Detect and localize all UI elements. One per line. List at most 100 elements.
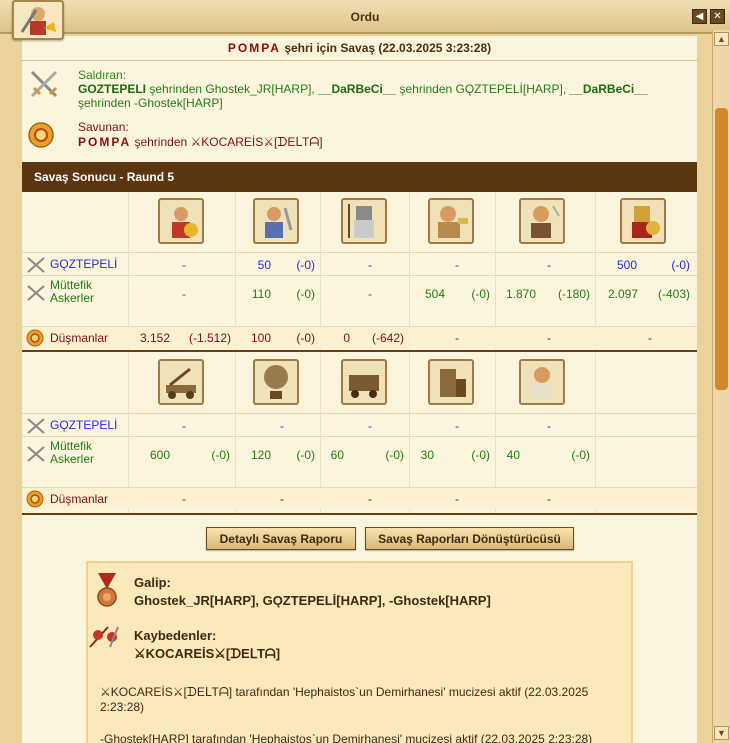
cell-value: - — [182, 492, 186, 506]
cell-value: - — [547, 419, 551, 433]
defeated-soldiers-icon — [89, 626, 119, 648]
cell-loss: (-0) — [296, 331, 315, 345]
attacker-text-3: şehrinden -Ghostek[HARP] — [78, 96, 223, 110]
cell-loss: (-0) — [571, 448, 590, 462]
row-label-enemies: Düşmanlar — [50, 492, 109, 506]
unit-horseman-icon[interactable] — [428, 198, 474, 244]
row-label-goztepeli[interactable]: GǪZTEPELİ — [50, 418, 117, 432]
unit-catapult-icon[interactable] — [158, 359, 204, 405]
scroll-down-icon[interactable]: ▼ — [714, 726, 729, 740]
attacker-text-2: şehrinden GǪZTEPELİ[HARP], — [396, 82, 570, 96]
cell-loss: (-0) — [671, 258, 690, 272]
crossed-swords-icon — [27, 418, 45, 434]
row-label-enemies: Düşmanlar — [50, 331, 109, 345]
medal-icon — [97, 573, 117, 607]
cell-loss: (-403) — [657, 287, 690, 301]
cell-value: - — [455, 492, 459, 506]
cell-value: 500 — [616, 258, 637, 272]
unit-sage-icon[interactable] — [519, 359, 565, 405]
scroll-thumb[interactable] — [715, 108, 728, 390]
crossed-swords-icon — [27, 257, 45, 273]
attacker-city-3[interactable]: __DaRBeCi__ — [570, 82, 648, 96]
report-converter-button[interactable]: Savaş Raporları Dönüştürücüsü — [365, 527, 574, 550]
battle-report: POMPA şehri için Savaş (22.03.2025 3:23:… — [22, 36, 697, 743]
shield-icon — [26, 490, 44, 508]
row-label-line: Müttefik — [50, 278, 93, 292]
row-label-allied: Müttefik Askerler — [50, 440, 94, 466]
winner-label: Galip: — [134, 575, 171, 590]
defender-text: şehrinden ⚔KOCAREİS⚔[ᗪEᒪTᗩ] — [131, 135, 323, 149]
player-avatar[interactable] — [12, 0, 64, 40]
row-label-line: Askerler — [50, 452, 95, 466]
cell-loss: (-0) — [296, 258, 315, 272]
unit-swordsman-icon[interactable] — [253, 198, 299, 244]
cell-value: 110 — [251, 287, 271, 301]
unit-spartan-icon[interactable] — [620, 198, 666, 244]
row-enemies-1: Düşmanlar 3.152 (-1.512) 100 (-0) 0 (-64… — [22, 326, 697, 348]
miracle-note-1: ⚔KOCAREİS⚔[ᗪEᒪTᗩ] tarafından 'Hephaistos… — [100, 685, 589, 714]
cell-value: - — [648, 331, 652, 345]
cell-value: - — [547, 331, 551, 345]
window-titlebar: Ordu ◀ ✕ — [0, 0, 730, 34]
cell-value: - — [368, 258, 372, 272]
row-label-line: Askerler — [50, 291, 95, 305]
cell-loss: (-0) — [471, 287, 490, 301]
defender-section: Savunan: POMPA şehrinden ⚔KOCAREİS⚔[ᗪEᒪT… — [22, 120, 697, 150]
row-label-goztepeli[interactable]: GǪZTEPELİ — [50, 257, 117, 271]
cell-value: - — [280, 492, 284, 506]
row-enemies-2: Düşmanlar - - - - - — [22, 487, 697, 509]
shield-icon — [28, 122, 54, 148]
cell-value: - — [455, 331, 459, 345]
warrior-icon — [20, 7, 56, 35]
shield-icon — [26, 329, 44, 347]
unit-balloon-icon[interactable] — [253, 359, 299, 405]
cell-loss: (-0) — [296, 287, 315, 301]
battle-summary: Galip: Ghostek_JR[HARP], GǪZTEPELİ[HARP]… — [86, 561, 633, 743]
cell-value: - — [368, 419, 372, 433]
close-button[interactable]: ✕ — [710, 9, 725, 24]
defender-city[interactable]: POMPA — [78, 135, 131, 149]
battle-title: şehri için Savaş (22.03.2025 3:23:28) — [284, 41, 492, 55]
row-allied-1: Müttefik Askerler - 110 (-0) - 504 (-0) 1… — [22, 275, 697, 311]
cell-value: - — [368, 492, 372, 506]
cell-loss: (-0) — [385, 448, 404, 462]
unit-hoplite-icon[interactable] — [341, 198, 387, 244]
row-label-allied: Müttefik Askerler — [50, 279, 94, 305]
attacker-label: Saldıran: — [78, 68, 127, 82]
vertical-scrollbar[interactable]: ▲ ▼ — [712, 30, 730, 743]
result-header: Savaş Sonucu - Raund 5 — [22, 162, 697, 192]
cell-loss: (-0) — [471, 448, 490, 462]
unit-ram-icon[interactable] — [341, 359, 387, 405]
row-goztepeli-1: GǪZTEPELİ - 50 (-0) - - - 500 (-0) — [22, 252, 697, 275]
cell-loss: (-1.512) — [188, 331, 231, 345]
cell-loss: (-0) — [296, 448, 315, 462]
attacker-city-1[interactable]: GOZTEPELI — [78, 82, 146, 96]
detailed-report-button[interactable]: Detaylı Savaş Raporu — [206, 527, 356, 550]
units-table-1: GǪZTEPELİ - 50 (-0) - - - 500 (-0) Mütte… — [22, 192, 697, 352]
cell-value: - — [182, 419, 186, 433]
section-divider — [22, 513, 697, 515]
unit-archer-icon[interactable] — [519, 198, 565, 244]
cell-value: 0 — [343, 331, 350, 345]
winner-names: Ghostek_JR[HARP], GǪZTEPELİ[HARP], -Ghos… — [134, 593, 491, 608]
unit-siege-tower-icon[interactable] — [428, 359, 474, 405]
window-title: Ordu — [350, 10, 380, 24]
section-divider — [22, 350, 697, 352]
cell-value: 2.097 — [607, 287, 638, 301]
cell-value: 40 — [506, 448, 520, 462]
cell-value: - — [368, 287, 372, 301]
cell-value: - — [547, 258, 551, 272]
cell-value: 504 — [424, 287, 445, 301]
attacker-text-1: şehrinden Ghostek_JR[HARP], — [146, 82, 319, 96]
cell-loss: (-180) — [557, 287, 590, 301]
attacker-city-2[interactable]: __DaRBeCi__ — [318, 82, 396, 96]
cell-value: - — [182, 287, 186, 301]
cell-value: - — [182, 258, 186, 272]
cell-value: 600 — [149, 448, 170, 462]
unit-slinger-icon[interactable] — [158, 198, 204, 244]
scroll-up-icon[interactable]: ▲ — [714, 32, 729, 46]
cell-loss: (-642) — [371, 331, 404, 345]
loser-names: ⚔KOCAREİS⚔[ᗪEᒪTᗩ] — [134, 646, 281, 661]
cell-value: 3.152 — [139, 331, 170, 345]
back-button[interactable]: ◀ — [692, 9, 707, 24]
